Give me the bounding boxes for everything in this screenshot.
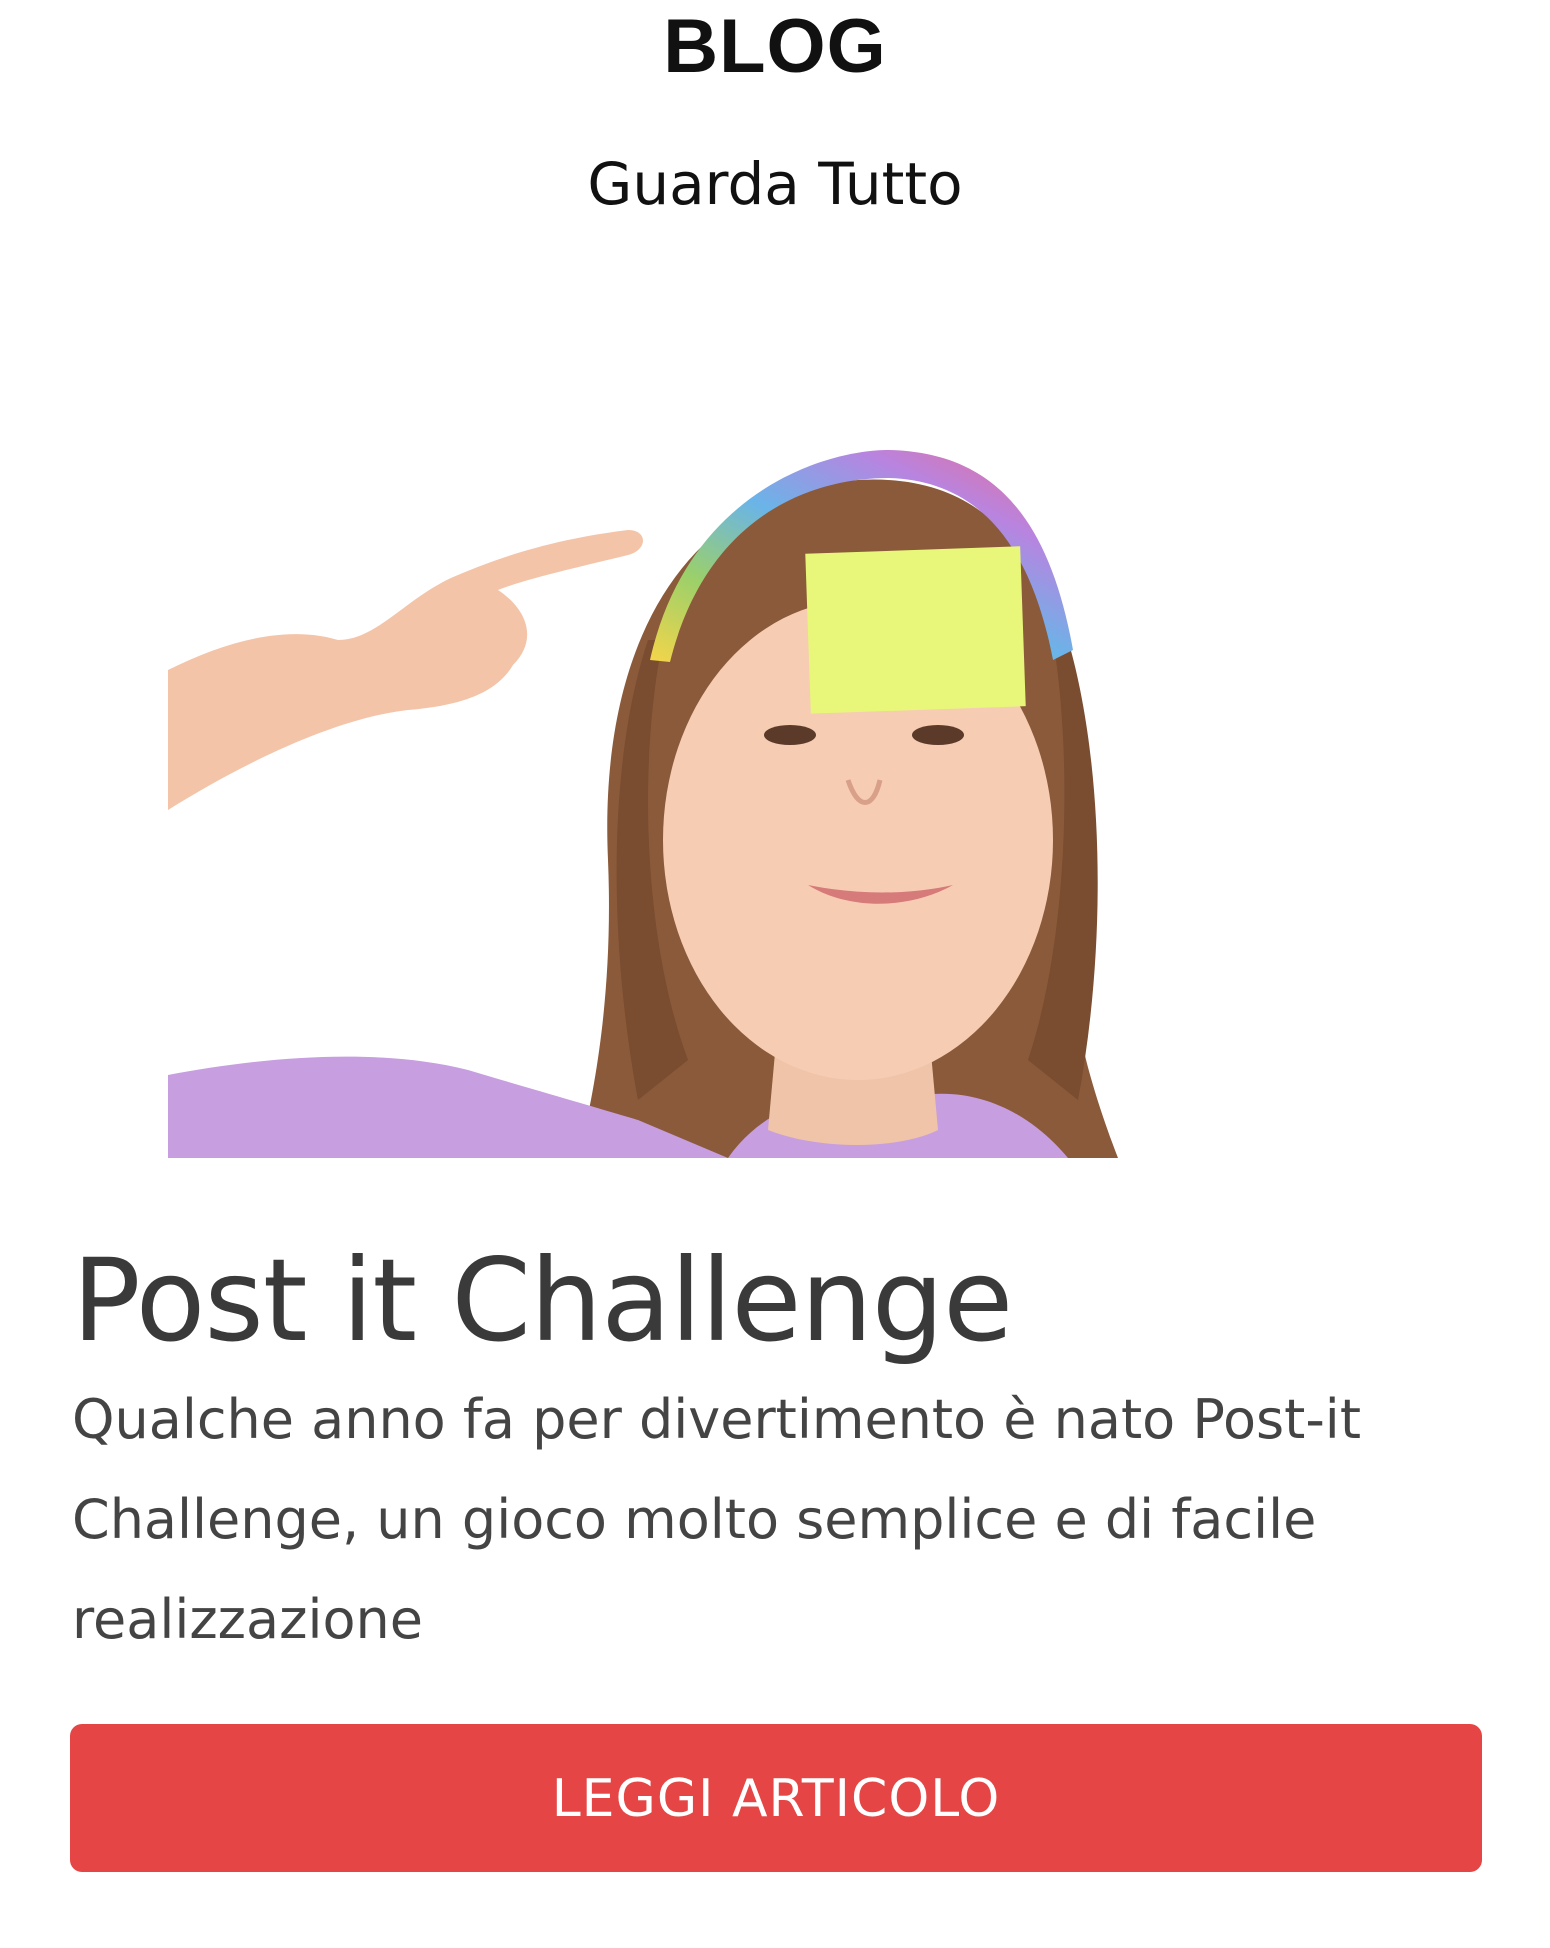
read-article-button[interactable]: LEGGI ARTICOLO <box>70 1724 1482 1872</box>
post-excerpt: Qualche anno fa per divertimento è nato … <box>72 1388 1361 1651</box>
blog-section-title: BLOG <box>663 4 887 89</box>
see-all-link[interactable]: Guarda Tutto <box>0 146 1550 222</box>
post-title[interactable]: Post it Challenge <box>72 1226 1492 1376</box>
post-image[interactable] <box>168 340 1378 1158</box>
